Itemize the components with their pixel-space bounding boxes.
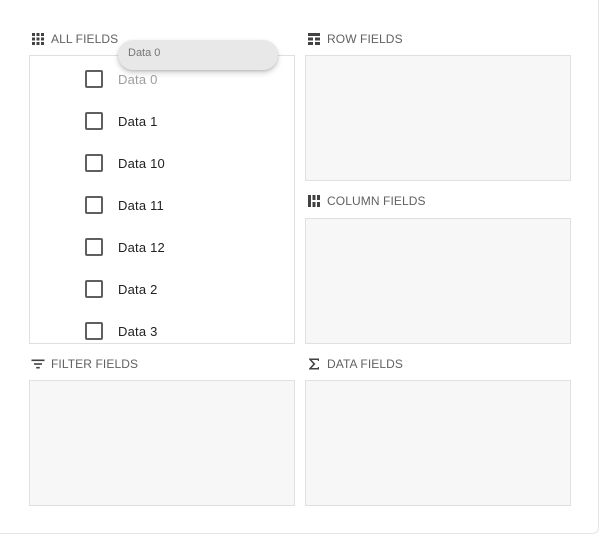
field-label: Data 1 bbox=[118, 113, 158, 129]
field-checkbox[interactable] bbox=[85, 322, 103, 340]
field-checkbox[interactable] bbox=[85, 238, 103, 256]
row-fields-title: ROW FIELDS bbox=[327, 32, 403, 46]
field-item-data-11[interactable]: Data 11 bbox=[30, 184, 294, 226]
field-item-data-3[interactable]: Data 3 bbox=[30, 310, 294, 343]
field-item-data-2[interactable]: Data 2 bbox=[30, 268, 294, 310]
row-fields-dropzone[interactable] bbox=[305, 55, 571, 181]
row-fields-header: ROW FIELDS bbox=[307, 31, 403, 47]
all-fields-header: ALL FIELDS bbox=[31, 31, 118, 47]
data-fields-dropzone[interactable] bbox=[305, 380, 571, 506]
pivot-field-list: ALL FIELDS Data 0 Data 1 Data 10 Data 11… bbox=[0, 0, 599, 534]
filter-icon bbox=[31, 357, 45, 371]
field-checkbox[interactable] bbox=[85, 154, 103, 172]
column-fields-dropzone[interactable] bbox=[305, 218, 571, 344]
column-fields-icon bbox=[307, 194, 321, 208]
all-fields-title: ALL FIELDS bbox=[51, 32, 119, 46]
field-checkbox[interactable] bbox=[85, 280, 103, 298]
field-checkbox[interactable] bbox=[85, 196, 103, 214]
field-checkbox[interactable] bbox=[85, 112, 103, 130]
field-checkbox[interactable] bbox=[85, 70, 103, 88]
column-fields-header: COLUMN FIELDS bbox=[307, 193, 426, 209]
column-fields-title: COLUMN FIELDS bbox=[327, 194, 426, 208]
filter-fields-title: FILTER FIELDS bbox=[51, 357, 139, 371]
filter-fields-dropzone[interactable] bbox=[29, 380, 295, 506]
data-fields-title: DATA FIELDS bbox=[327, 357, 404, 371]
field-item-data-10[interactable]: Data 10 bbox=[30, 142, 294, 184]
field-label: Data 2 bbox=[118, 281, 158, 297]
field-label: Data 11 bbox=[118, 197, 164, 213]
drag-preview-chip[interactable]: Data 0 bbox=[118, 40, 278, 70]
field-label: Data 3 bbox=[118, 323, 158, 339]
all-fields-list[interactable]: Data 0 Data 1 Data 10 Data 11 Data 12 Da… bbox=[29, 55, 295, 344]
grid-icon bbox=[31, 32, 45, 46]
sigma-icon bbox=[307, 357, 321, 371]
row-fields-icon bbox=[307, 32, 321, 46]
field-label: Data 10 bbox=[118, 155, 165, 171]
field-item-data-12[interactable]: Data 12 bbox=[30, 226, 294, 268]
field-label: Data 0 bbox=[118, 71, 158, 87]
filter-fields-header: FILTER FIELDS bbox=[31, 356, 138, 372]
data-fields-header: DATA FIELDS bbox=[307, 356, 403, 372]
field-item-data-1[interactable]: Data 1 bbox=[30, 100, 294, 142]
field-label: Data 12 bbox=[118, 239, 165, 255]
